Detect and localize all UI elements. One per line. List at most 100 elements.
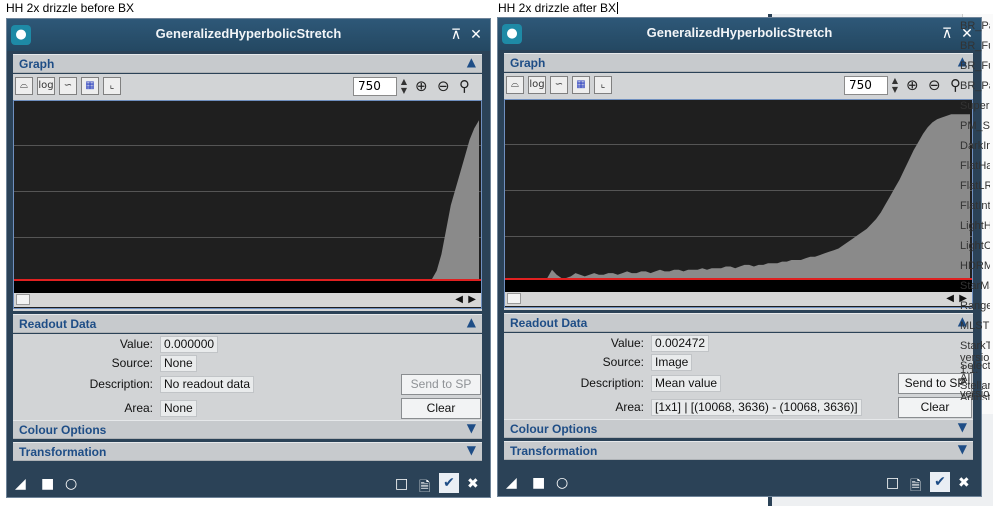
area-label: Area: bbox=[615, 400, 644, 414]
zoom-out-icon[interactable]: ⊖ bbox=[437, 77, 450, 95]
area-field: [1x1] | [(10068, 3636) - (10068, 3636)] bbox=[651, 399, 862, 416]
scroll-thumb[interactable] bbox=[16, 294, 30, 305]
reset-icon[interactable]: ✖ bbox=[467, 476, 479, 492]
zoom-out-icon[interactable]: ⊖ bbox=[928, 76, 941, 94]
apply-global-icon[interactable]: ■ bbox=[41, 476, 54, 492]
scroll-left-icon[interactable]: ◀ bbox=[946, 292, 954, 306]
colour-options-label: Colour Options bbox=[510, 422, 598, 436]
ghost-process-item: StarkTerminator version 1.1. AI versio bbox=[960, 340, 990, 400]
ghost-process-item: SuperBias bbox=[960, 100, 990, 112]
colour-options-header[interactable]: Colour Options ▼ bbox=[504, 419, 973, 438]
source-label: Source: bbox=[602, 355, 644, 369]
zoom-fit-icon[interactable]: ⚲ bbox=[459, 77, 470, 95]
scroll-left-icon[interactable]: ◀ bbox=[455, 293, 463, 307]
shade-icon[interactable]: ⊼ bbox=[937, 23, 957, 45]
source-label: Source: bbox=[111, 356, 153, 370]
graph-panel: ⌓ log ∽ ▦ ⌞ 750 ▲ ▼ ⊕ ⊖ ⚲ ◀ ▶ bbox=[504, 73, 973, 310]
window-title: GeneralizedHyperbolicStretch bbox=[646, 25, 833, 40]
grid-icon[interactable]: ▦ bbox=[572, 76, 590, 94]
histogram-graph[interactable]: ◀ ▶ bbox=[504, 99, 973, 308]
graph-section-label: Graph bbox=[19, 57, 55, 71]
ghost-process-item: RangeSelection bbox=[960, 300, 990, 312]
clear-button[interactable]: Clear bbox=[898, 397, 972, 418]
zoom-input[interactable]: 750 bbox=[353, 77, 397, 96]
transformation-header[interactable]: Transformation ▼ bbox=[13, 442, 482, 461]
graph-scrollbar[interactable]: ◀ ▶ bbox=[505, 292, 972, 306]
curve-icon[interactable]: ∽ bbox=[550, 76, 568, 94]
histogram-icon[interactable]: ⌞ bbox=[594, 76, 612, 94]
ghost-process-item: HDRMLStarMask bbox=[960, 260, 990, 272]
expand-down-icon[interactable]: ▼ bbox=[467, 443, 476, 457]
shade-icon[interactable]: ⊼ bbox=[446, 24, 466, 46]
ghost-process-item: FlatHaCalib bbox=[960, 160, 990, 172]
ghost-process-item: FlatIntegration bbox=[960, 200, 990, 212]
zoom-in-icon[interactable]: ⊕ bbox=[906, 76, 919, 94]
readout-panel: Value: 0.000000 Source: None Description… bbox=[13, 334, 482, 420]
description-field: No readout data bbox=[160, 376, 255, 393]
expand-down-icon[interactable]: ▼ bbox=[958, 442, 967, 456]
colour-options-label: Colour Options bbox=[19, 423, 107, 437]
zoom-in-icon[interactable]: ⊕ bbox=[415, 77, 428, 95]
zoom-input[interactable]: 750 bbox=[844, 76, 888, 95]
grid-icon[interactable]: ▦ bbox=[81, 77, 99, 95]
title-bar[interactable]: ● GeneralizedHyperbolicStretch ⊼ ✕ bbox=[498, 18, 981, 50]
caption-right: HH 2x drizzle after BX bbox=[498, 0, 619, 16]
bottom-toolbar: ◢ ■ ○ □ 🗎 ✔ ✖ bbox=[498, 469, 981, 496]
graph-section-header[interactable]: Graph ▲ bbox=[13, 54, 482, 73]
document-icon[interactable]: 🗎 bbox=[910, 475, 921, 499]
send-to-sp-button[interactable]: Send to SP bbox=[401, 374, 481, 395]
linear-graph-icon[interactable]: ⌓ bbox=[15, 77, 33, 95]
reset-icon[interactable]: ✖ bbox=[958, 475, 970, 491]
new-instance-icon[interactable]: ◢ bbox=[506, 475, 517, 491]
value-field: 0.000000 bbox=[160, 336, 219, 353]
linear-graph-icon[interactable]: ⌓ bbox=[506, 76, 524, 94]
graph-scrollbar[interactable]: ◀ ▶ bbox=[14, 293, 481, 307]
description-field: Mean value bbox=[651, 375, 722, 392]
preview-icon[interactable]: □ bbox=[395, 476, 408, 492]
apply-global-icon[interactable]: ■ bbox=[532, 475, 545, 491]
new-instance-icon[interactable]: ◢ bbox=[15, 476, 26, 492]
collapse-up-icon[interactable]: ▲ bbox=[467, 55, 476, 69]
expand-down-icon[interactable]: ▼ bbox=[958, 420, 967, 434]
transformation-header[interactable]: Transformation ▼ bbox=[504, 441, 973, 460]
log-graph-icon[interactable]: log bbox=[528, 76, 546, 94]
area-field: None bbox=[160, 400, 197, 417]
caption-right-text: HH 2x drizzle after BX bbox=[498, 1, 617, 15]
ghost-process-item: DarkIntegration bbox=[960, 140, 990, 152]
apply-check-icon[interactable]: ✔ bbox=[439, 473, 459, 493]
collapse-up-icon[interactable]: ▲ bbox=[467, 315, 476, 329]
expand-down-icon[interactable]: ▼ bbox=[467, 421, 476, 435]
ghost-process-item: BR_Partial_FrmSmImg bbox=[960, 20, 990, 32]
zoom-spinner[interactable]: ▲ ▼ bbox=[397, 77, 411, 96]
real-time-preview-icon[interactable]: ○ bbox=[556, 475, 568, 491]
zoom-spinner[interactable]: ▲ ▼ bbox=[888, 76, 902, 95]
background-ghost-text: BR_Partial_FrmSmImg BR_Full_FrmSmImg BR_Fu… bbox=[960, 20, 990, 400]
histogram-area bbox=[14, 120, 479, 279]
ghs-window-after: ● GeneralizedHyperbolicStretch ⊼ ✕ Graph… bbox=[497, 17, 982, 497]
preview-icon[interactable]: □ bbox=[886, 475, 899, 491]
readout-section-label: Readout Data bbox=[19, 317, 97, 331]
window-title: GeneralizedHyperbolicStretch bbox=[155, 26, 342, 41]
histogram-graph[interactable]: ◀ ▶ bbox=[13, 100, 482, 309]
description-label: Description: bbox=[89, 377, 153, 391]
readout-section-header[interactable]: Readout Data ▲ bbox=[504, 313, 973, 332]
title-bar[interactable]: ● GeneralizedHyperbolicStretch ⊼ ✕ bbox=[7, 19, 490, 51]
ghost-process-item: MLSTRngeMsk bbox=[960, 320, 990, 332]
graph-section-header[interactable]: Graph ▲ bbox=[504, 53, 973, 72]
readout-section-label: Readout Data bbox=[510, 316, 588, 330]
description-label: Description: bbox=[580, 376, 644, 390]
close-icon[interactable]: ✕ bbox=[466, 24, 486, 46]
value-label: Value: bbox=[119, 337, 153, 351]
scroll-thumb[interactable] bbox=[507, 293, 521, 304]
histogram-icon[interactable]: ⌞ bbox=[103, 77, 121, 95]
clear-button[interactable]: Clear bbox=[401, 398, 481, 419]
document-icon[interactable]: 🗎 bbox=[419, 476, 430, 500]
ghost-process-item: FlatLRGBCalib bbox=[960, 180, 990, 192]
scroll-right-icon[interactable]: ▶ bbox=[468, 293, 476, 307]
readout-section-header[interactable]: Readout Data ▲ bbox=[13, 314, 482, 333]
log-graph-icon[interactable]: log bbox=[37, 77, 55, 95]
curve-icon[interactable]: ∽ bbox=[59, 77, 77, 95]
apply-check-icon[interactable]: ✔ bbox=[930, 472, 950, 492]
colour-options-header[interactable]: Colour Options ▼ bbox=[13, 420, 482, 439]
real-time-preview-icon[interactable]: ○ bbox=[65, 476, 77, 492]
